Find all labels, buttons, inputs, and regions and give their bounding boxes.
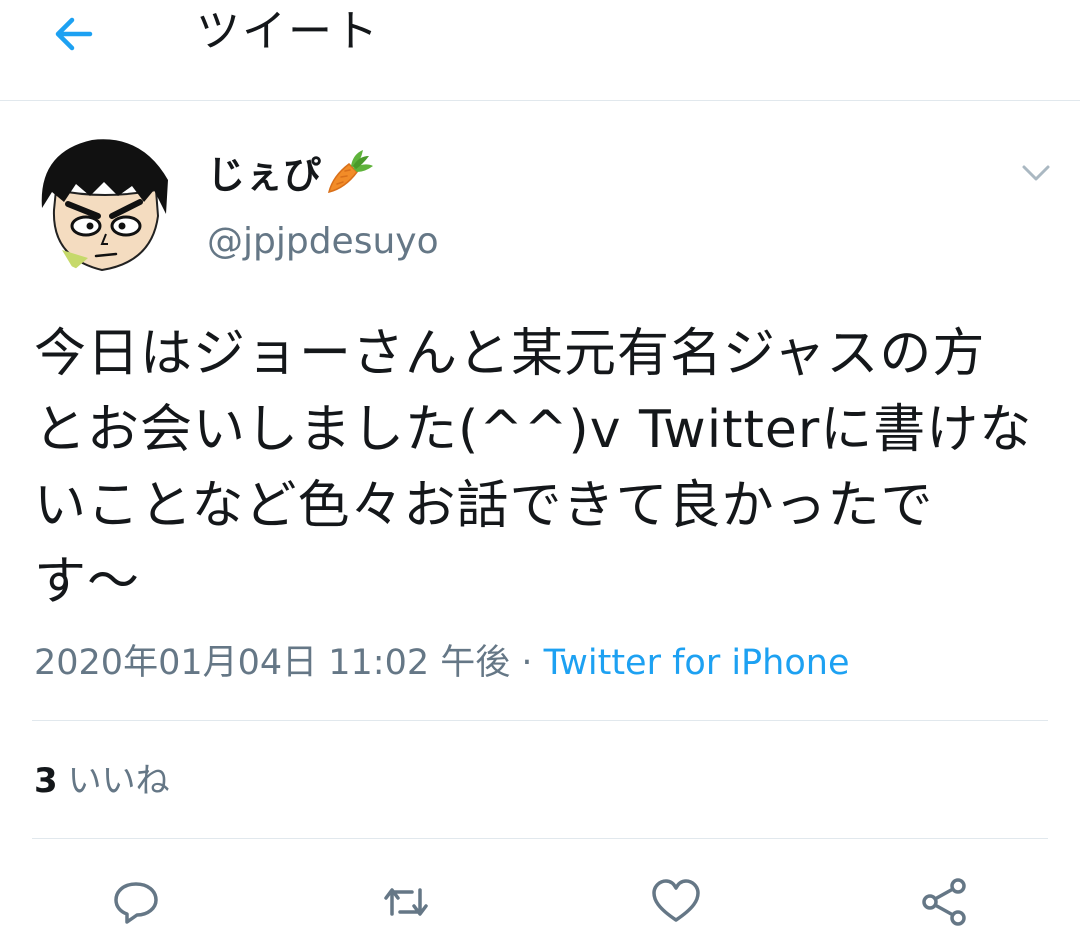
likes-label: いいね bbox=[67, 761, 170, 801]
retweet-button[interactable] bbox=[378, 874, 434, 930]
tweet-text: 今日はジョーさんと某元有名ジャスの方とお会いしました(^^)v Twitterに… bbox=[34, 324, 1033, 612]
back-button[interactable] bbox=[48, 8, 100, 60]
tweet-meta: 2020年01月04日 11:02 午後 · Twitter for iPhon… bbox=[34, 636, 849, 690]
display-name-text: じぇぴ bbox=[207, 153, 322, 197]
top-app-bar: ツイート bbox=[0, 0, 1080, 100]
divider bbox=[32, 720, 1048, 721]
chevron-down-icon bbox=[1022, 165, 1050, 181]
share-icon bbox=[922, 878, 966, 926]
tweet-source-link[interactable]: Twitter for iPhone bbox=[544, 643, 850, 683]
like-button[interactable] bbox=[648, 874, 704, 930]
divider bbox=[32, 838, 1048, 839]
reply-icon bbox=[114, 882, 158, 924]
carrot-icon bbox=[323, 146, 375, 198]
likes-count: 3 bbox=[34, 761, 58, 801]
cartoon-face-avatar bbox=[32, 130, 176, 274]
page-title: ツイート bbox=[196, 6, 380, 57]
user-handle[interactable]: @jpjpdesuyo bbox=[207, 218, 439, 266]
meta-separator: · bbox=[510, 643, 544, 683]
tweet-timestamp: 2020年01月04日 11:02 午後 bbox=[34, 643, 511, 683]
heart-icon bbox=[652, 879, 700, 922]
display-name[interactable]: じぇぴ bbox=[207, 146, 375, 201]
tweet-options-button[interactable] bbox=[1016, 152, 1056, 192]
header-divider bbox=[0, 100, 1080, 101]
arrow-left-icon bbox=[55, 17, 93, 51]
tweet-detail-screen: ツイート じぇぴ @jpjpdesuyo 今日はジョーさんと某元有名ジャスの方と… bbox=[0, 0, 1080, 930]
likes-count-row[interactable]: 3 いいね bbox=[34, 754, 170, 808]
retweet-icon bbox=[384, 888, 428, 916]
avatar[interactable] bbox=[32, 130, 176, 274]
share-button[interactable] bbox=[916, 874, 972, 930]
reply-button[interactable] bbox=[108, 874, 164, 930]
